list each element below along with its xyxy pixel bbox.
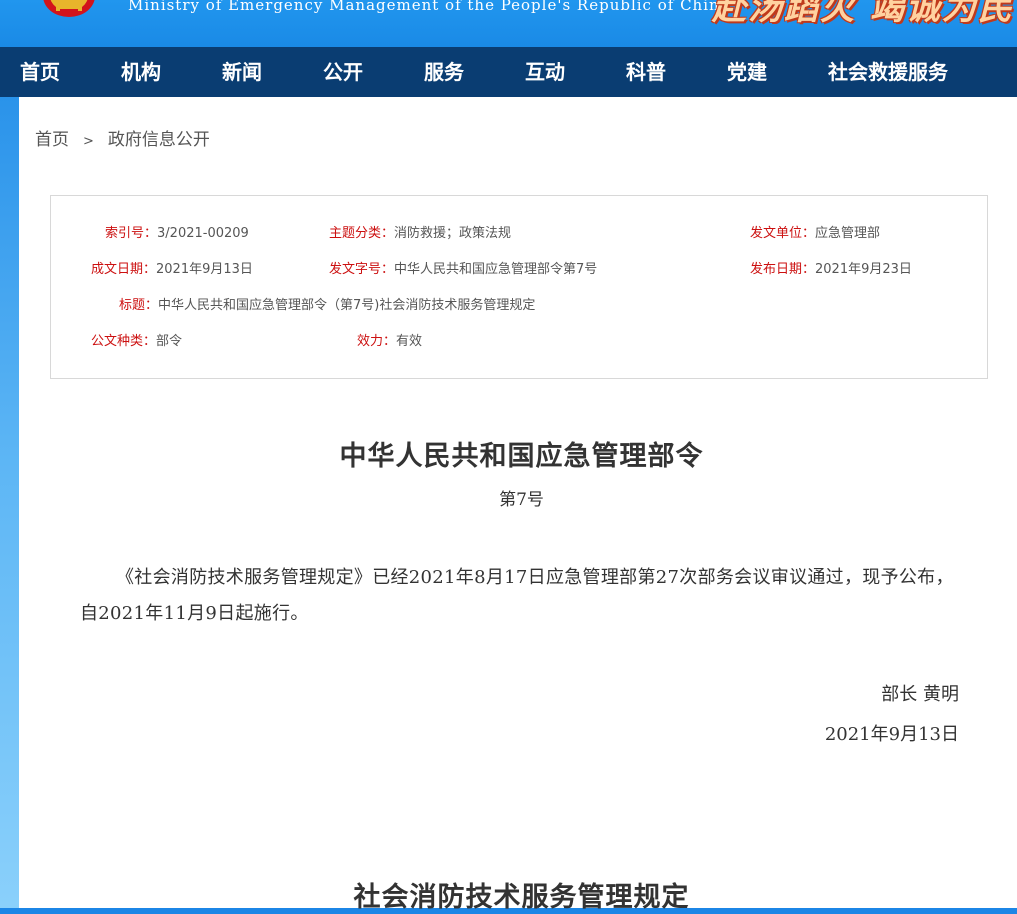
meta-published-label: 发布日期： xyxy=(750,262,816,277)
meta-doc-number: 发文字号：中华人民共和国应急管理部令第7号 xyxy=(329,260,597,280)
breadcrumb-current-link[interactable]: 政府信息公开 xyxy=(108,130,210,150)
meta-issuer-label: 发文单位： xyxy=(750,226,816,241)
meta-validity-value: 有效 xyxy=(396,334,423,349)
meta-published-date: 发布日期：2021年9月23日 xyxy=(750,260,912,280)
meta-doc-type: 公文种类：部令 xyxy=(91,332,182,352)
main-navigation: 首页 机构 新闻 公开 服务 互动 科普 党建 社会救援服务 xyxy=(0,47,1017,97)
nav-item-services[interactable]: 服务 xyxy=(424,47,464,97)
meta-title-value: 中华人民共和国应急管理部令（第7号)社会消防技术服务管理规定 xyxy=(158,298,536,313)
nav-item-science[interactable]: 科普 xyxy=(626,47,666,97)
site-header: Ministry of Emergency Management of the … xyxy=(0,0,1017,47)
meta-title-label: 标题： xyxy=(119,298,159,313)
breadcrumb: 首页 > 政府信息公开 xyxy=(35,129,210,151)
meta-issuer-value: 应急管理部 xyxy=(815,226,881,241)
meta-created-value: 2021年9月13日 xyxy=(156,262,253,277)
nav-item-social-rescue[interactable]: 社会救援服务 xyxy=(828,47,948,97)
content-area: 首页 > 政府信息公开 索引号：3/2021-00209 主题分类：消防救援；政策法… xyxy=(19,97,1017,913)
meta-topic: 主题分类：消防救援；政策法规 xyxy=(329,224,511,244)
breadcrumb-separator: > xyxy=(83,134,94,149)
side-background-strip xyxy=(0,97,19,908)
document-title: 中华人民共和国应急管理部令 xyxy=(339,441,704,472)
document-metadata-panel: 索引号：3/2021-00209 主题分类：消防救援；政策法规 发文单位：应急管… xyxy=(50,195,988,379)
meta-docno-label: 发文字号： xyxy=(329,262,395,277)
nav-item-news[interactable]: 新闻 xyxy=(222,47,262,97)
meta-created-date: 成文日期：2021年9月13日 xyxy=(91,260,253,280)
document-signer: 部长 黄明 xyxy=(881,684,959,705)
meta-validity: 效力：有效 xyxy=(357,332,422,352)
meta-index-label: 索引号： xyxy=(105,226,158,241)
nav-item-home[interactable]: 首页 xyxy=(20,47,60,97)
nav-item-organization[interactable]: 机构 xyxy=(121,47,161,97)
document-body-paragraph: 《社会消防技术服务管理规定》已经2021年8月17日应急管理部第27次部务会议审… xyxy=(80,567,954,624)
meta-type-value: 部令 xyxy=(156,334,183,349)
ministry-english-name: Ministry of Emergency Management of the … xyxy=(128,0,730,14)
meta-issuer: 发文单位：应急管理部 xyxy=(750,224,880,244)
document-number: 第7号 xyxy=(499,490,544,510)
meta-index: 索引号：3/2021-00209 xyxy=(105,224,249,244)
document-sign-date: 2021年9月13日 xyxy=(824,724,959,745)
meta-created-label: 成文日期： xyxy=(91,262,157,277)
nav-item-public-info[interactable]: 公开 xyxy=(323,47,363,97)
site-slogan: 赴汤蹈火 竭诚为民 xyxy=(712,0,1014,28)
meta-type-label: 公文种类： xyxy=(91,334,157,349)
meta-validity-label: 效力： xyxy=(357,334,397,349)
nav-item-interaction[interactable]: 互动 xyxy=(525,47,565,97)
meta-topic-value: 消防救援；政策法规 xyxy=(394,226,512,241)
national-emblem-logo xyxy=(43,0,95,17)
meta-published-value: 2021年9月23日 xyxy=(815,262,912,277)
meta-title: 标题：中华人民共和国应急管理部令（第7号)社会消防技术服务管理规定 xyxy=(119,296,535,316)
regulation-title: 社会消防技术服务管理规定 xyxy=(353,882,690,913)
meta-topic-label: 主题分类： xyxy=(329,226,395,241)
nav-item-party[interactable]: 党建 xyxy=(727,47,767,97)
meta-index-value: 3/2021-00209 xyxy=(157,226,249,241)
meta-docno-value: 中华人民共和国应急管理部令第7号 xyxy=(394,262,598,277)
breadcrumb-home-link[interactable]: 首页 xyxy=(35,130,69,150)
